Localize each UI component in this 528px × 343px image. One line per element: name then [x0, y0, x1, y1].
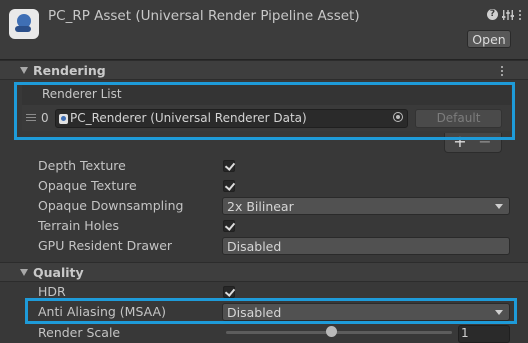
opaque-downsampling-label: Opaque Downsampling: [38, 198, 184, 213]
foldout-arrow-icon[interactable]: [20, 67, 28, 74]
rendering-section-header[interactable]: Rendering: [0, 60, 528, 80]
settings-sliders-icon[interactable]: [502, 8, 514, 22]
terrain-holes-checkbox[interactable]: [223, 220, 236, 232]
depth-texture-label: Depth Texture: [38, 158, 126, 173]
gpu-resident-drawer-dropdown[interactable]: Disabled: [222, 237, 510, 255]
urp-asset-icon: [9, 9, 39, 39]
asset-title: PC_RP Asset (Universal Render Pipeline A…: [48, 8, 360, 24]
quality-section-label: Quality: [33, 265, 84, 280]
msaa-highlight: [25, 298, 517, 324]
opaque-texture-label: Opaque Texture: [38, 178, 137, 193]
foldout-arrow-icon[interactable]: [20, 269, 28, 276]
quality-section-header[interactable]: Quality: [0, 262, 528, 282]
open-button[interactable]: Open: [467, 30, 511, 48]
render-scale-slider-track[interactable]: [226, 331, 452, 334]
opaque-texture-checkbox[interactable]: [223, 180, 236, 192]
checkmark-icon: [224, 180, 236, 191]
render-scale-label: Render Scale: [38, 325, 121, 340]
depth-texture-checkbox[interactable]: [223, 160, 236, 172]
opaque-downsampling-dropdown[interactable]: 2x Bilinear: [222, 197, 510, 215]
render-scale-slider-thumb[interactable]: [326, 326, 337, 337]
hdr-checkbox[interactable]: [223, 286, 236, 298]
checkmark-icon: [224, 220, 236, 231]
kebab-menu-icon[interactable]: [518, 8, 522, 22]
checkmark-icon: [224, 160, 236, 171]
render-scale-value: 1: [461, 326, 469, 340]
hdr-label: HDR: [38, 284, 66, 299]
terrain-holes-label: Terrain Holes: [38, 218, 120, 233]
gpu-resident-drawer-label: GPU Resident Drawer: [38, 238, 173, 253]
dropdown-arrow-icon: [495, 204, 503, 209]
rendering-section-label: Rendering: [33, 63, 106, 78]
renderer-list-highlight: [14, 82, 515, 140]
opaque-downsampling-value: 2x Bilinear: [227, 199, 294, 214]
gpu-resident-drawer-value: Disabled: [227, 239, 282, 254]
kebab-menu-icon[interactable]: [500, 64, 504, 78]
help-icon[interactable]: ?: [487, 9, 498, 20]
checkmark-icon: [224, 286, 236, 297]
